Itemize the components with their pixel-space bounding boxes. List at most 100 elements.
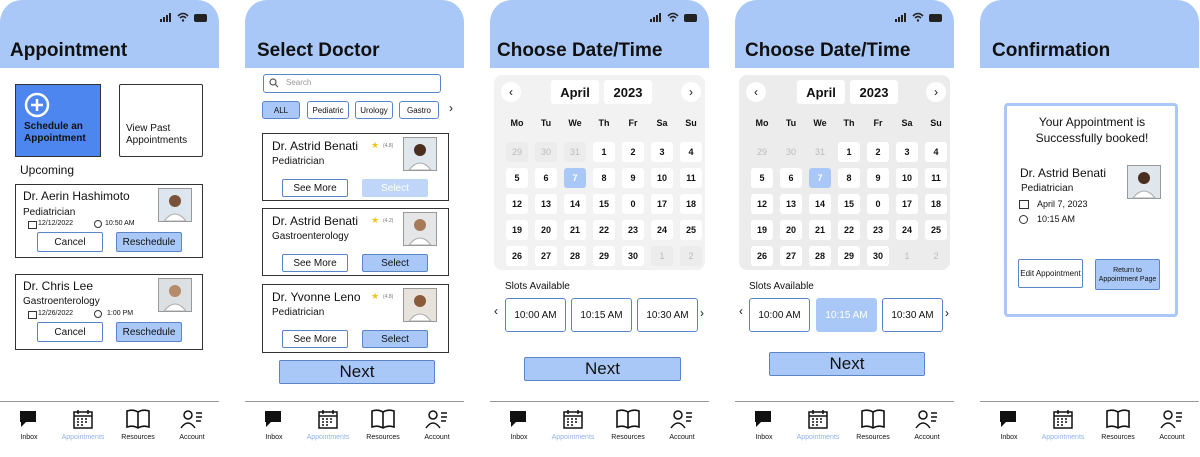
calendar-day[interactable]: 21 xyxy=(564,220,586,240)
next-button[interactable]: Next xyxy=(279,360,435,384)
reschedule-button[interactable]: Reschedule xyxy=(116,322,182,342)
nav-account[interactable]: Account xyxy=(902,408,952,441)
calendar-day[interactable]: 14 xyxy=(809,194,831,214)
edit-appointment-button[interactable]: Edit Appointment xyxy=(1018,259,1083,288)
next-month-button[interactable]: › xyxy=(926,82,946,102)
calendar-day[interactable]: 30 xyxy=(867,246,889,266)
cancel-button[interactable]: Cancel xyxy=(37,322,103,342)
calendar-day[interactable]: 13 xyxy=(780,194,802,214)
calendar-day[interactable]: 1 xyxy=(593,142,615,162)
chevron-right-icon[interactable]: › xyxy=(449,101,453,115)
calendar-day[interactable]: 29 xyxy=(838,246,860,266)
nav-account[interactable]: Account xyxy=(1147,408,1197,441)
calendar-day[interactable]: 21 xyxy=(809,220,831,240)
calendar-day[interactable]: 29 xyxy=(593,246,615,266)
calendar-day[interactable]: 20 xyxy=(535,220,557,240)
calendar-day[interactable]: 11 xyxy=(680,168,702,188)
nav-appointments[interactable]: Appointments xyxy=(793,408,843,441)
nav-resources[interactable]: Resources xyxy=(1093,408,1143,441)
year-select[interactable]: 2023 xyxy=(850,80,898,104)
calendar-day[interactable]: 22 xyxy=(838,220,860,240)
calendar-day[interactable]: 10 xyxy=(896,168,918,188)
nav-appointments[interactable]: Appointments xyxy=(1038,408,1088,441)
calendar-day[interactable]: 28 xyxy=(564,246,586,266)
calendar-day[interactable]: 8 xyxy=(838,168,860,188)
calendar-day[interactable]: 4 xyxy=(680,142,702,162)
select-button[interactable]: Select xyxy=(362,330,428,348)
schedule-appointment-button[interactable]: Schedule an Appointment xyxy=(15,84,101,157)
year-select[interactable]: 2023 xyxy=(604,80,652,104)
calendar-day[interactable]: 6 xyxy=(535,168,557,188)
calendar-day[interactable]: 24 xyxy=(896,220,918,240)
calendar-day[interactable]: 17 xyxy=(896,194,918,214)
calendar-day[interactable]: 7 xyxy=(564,168,586,188)
filter-urology[interactable]: Urology xyxy=(355,101,393,119)
calendar-day[interactable]: 15 xyxy=(593,194,615,214)
nav-resources[interactable]: Resources xyxy=(358,408,408,441)
calendar-day[interactable]: 19 xyxy=(751,220,773,240)
calendar-day[interactable]: 24 xyxy=(651,220,673,240)
calendar-day[interactable]: 25 xyxy=(680,220,702,240)
calendar-day[interactable]: 30 xyxy=(622,246,644,266)
month-select[interactable]: April xyxy=(551,80,599,104)
calendar-day[interactable]: 25 xyxy=(925,220,947,240)
calendar-day[interactable]: 10 xyxy=(651,168,673,188)
see-more-button[interactable]: See More xyxy=(282,254,348,272)
calendar-day[interactable]: 3 xyxy=(896,142,918,162)
calendar-day[interactable]: 22 xyxy=(593,220,615,240)
calendar-day[interactable]: 9 xyxy=(622,168,644,188)
nav-inbox[interactable]: Inbox xyxy=(739,408,789,441)
next-button[interactable]: Next xyxy=(524,357,681,381)
view-past-appointments-button[interactable]: View Past Appointments xyxy=(119,84,203,157)
nav-appointments[interactable]: Appointments xyxy=(548,408,598,441)
calendar-day[interactable]: 5 xyxy=(506,168,528,188)
nav-account[interactable]: Account xyxy=(412,408,462,441)
select-button[interactable]: Select xyxy=(362,179,428,197)
nav-resources[interactable]: Resources xyxy=(848,408,898,441)
calendar-day[interactable]: 7 xyxy=(809,168,831,188)
nav-appointments[interactable]: Appointments xyxy=(58,408,108,441)
calendar-day[interactable]: 27 xyxy=(780,246,802,266)
slot-1000[interactable]: 10:00 AM xyxy=(749,298,810,332)
nav-account[interactable]: Account xyxy=(657,408,707,441)
search-input[interactable]: Search xyxy=(263,74,441,93)
calendar-day[interactable]: 17 xyxy=(651,194,673,214)
slot-1030[interactable]: 10:30 AM xyxy=(882,298,943,332)
nav-appointments[interactable]: Appointments xyxy=(303,408,353,441)
calendar-day[interactable]: 18 xyxy=(680,194,702,214)
prev-month-button[interactable]: ‹ xyxy=(501,82,521,102)
nav-inbox[interactable]: Inbox xyxy=(494,408,544,441)
calendar-day[interactable]: 8 xyxy=(593,168,615,188)
month-select[interactable]: April xyxy=(797,80,845,104)
calendar-day[interactable]: 23 xyxy=(622,220,644,240)
filter-gastro[interactable]: Gastro xyxy=(399,101,439,119)
calendar-day[interactable]: 2 xyxy=(867,142,889,162)
nav-resources[interactable]: Resources xyxy=(603,408,653,441)
slot-1030[interactable]: 10:30 AM xyxy=(637,298,698,332)
slots-next-icon[interactable]: › xyxy=(945,306,949,320)
calendar-day[interactable]: 0 xyxy=(867,194,889,214)
calendar-day[interactable]: 3 xyxy=(651,142,673,162)
calendar-day[interactable]: 26 xyxy=(506,246,528,266)
calendar-day[interactable]: 27 xyxy=(535,246,557,266)
nav-inbox[interactable]: Inbox xyxy=(249,408,299,441)
prev-month-button[interactable]: ‹ xyxy=(746,82,766,102)
calendar-day[interactable]: 23 xyxy=(867,220,889,240)
slot-1015[interactable]: 10:15 AM xyxy=(816,298,877,332)
filter-all[interactable]: ALL xyxy=(262,101,300,119)
calendar-day[interactable]: 12 xyxy=(506,194,528,214)
cancel-button[interactable]: Cancel xyxy=(37,232,103,252)
reschedule-button[interactable]: Reschedule xyxy=(116,232,182,252)
slots-prev-icon[interactable]: ‹ xyxy=(739,304,743,318)
calendar-day[interactable]: 9 xyxy=(867,168,889,188)
calendar-day[interactable]: 26 xyxy=(751,246,773,266)
calendar-day[interactable]: 1 xyxy=(838,142,860,162)
calendar-day[interactable]: 0 xyxy=(622,194,644,214)
slot-1015[interactable]: 10:15 AM xyxy=(571,298,632,332)
calendar-day[interactable]: 4 xyxy=(925,142,947,162)
calendar-day[interactable]: 5 xyxy=(751,168,773,188)
next-button[interactable]: Next xyxy=(769,352,925,376)
slots-prev-icon[interactable]: ‹ xyxy=(494,304,498,318)
return-to-appointments-button[interactable]: Return to Appointment Page xyxy=(1095,259,1160,290)
slots-next-icon[interactable]: › xyxy=(700,306,704,320)
